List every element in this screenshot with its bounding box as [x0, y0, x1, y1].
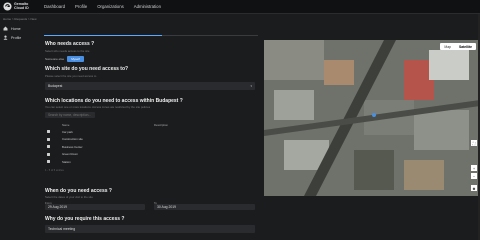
location-name: Station	[62, 159, 71, 164]
table-row[interactable]: Green Room	[45, 151, 255, 159]
chevron-down-icon: ▾	[250, 84, 252, 88]
location-name: Construction site	[62, 137, 83, 142]
main-nav: Dashboard Profile Organizations Administ…	[44, 4, 161, 9]
row-checkbox[interactable]	[47, 160, 50, 164]
someone-else-option[interactable]: Someone else	[45, 57, 64, 61]
sidebar-item-label: Home	[11, 26, 21, 31]
when-hint: Select the dates of your visit to the si…	[45, 195, 93, 199]
row-checkbox[interactable]	[47, 137, 50, 141]
table-pagination-info: 1 - 5 of 5 entries	[45, 169, 64, 172]
nav-organizations[interactable]: Organizations	[97, 4, 124, 9]
map-type-toggle: Map Satellite	[440, 43, 476, 50]
table-row[interactable]: Business Center	[45, 143, 255, 151]
sidebar-item-home[interactable]: Home	[0, 24, 36, 33]
home-icon	[3, 26, 8, 31]
locations-hint: You can select one or more locations. Ac…	[45, 105, 151, 109]
nav-dashboard[interactable]: Dashboard	[44, 4, 65, 9]
location-name: Green Room	[62, 152, 79, 157]
table-row[interactable]: Station	[45, 158, 255, 166]
row-checkbox[interactable]	[47, 145, 50, 149]
user-icon	[3, 35, 8, 40]
who-title: Who needs access ?	[45, 41, 95, 47]
site-select[interactable]: Budapest ▾	[45, 82, 255, 90]
location-map[interactable]: Map Satellite ⛶ + − ☻	[264, 40, 480, 196]
satellite-view-button[interactable]: Satellite	[455, 43, 476, 50]
who-hint: Select who needs access to the site	[45, 49, 90, 53]
brand-logo[interactable]: Gemalto Cloud ID	[0, 0, 38, 14]
column-name: Name	[62, 123, 70, 127]
form-progress-bar	[44, 35, 258, 36]
from-date-input[interactable]: 29 Aug 2019	[45, 204, 145, 210]
row-checkbox[interactable]	[47, 130, 50, 134]
top-navigation-bar: Gemalto Cloud ID Dashboard Profile Organ…	[0, 0, 480, 14]
from-date-value: 29 Aug 2019	[48, 205, 68, 209]
site-hint: Please select the site you need access t…	[45, 74, 97, 78]
location-name: Car park	[62, 129, 73, 134]
to-date-input[interactable]: 30 Aug 2019	[154, 204, 255, 210]
selected-site-marker[interactable]	[372, 113, 376, 117]
location-name: Business Center	[62, 144, 83, 149]
site-title: Which site do you need access to?	[45, 66, 129, 72]
location-search-input[interactable]	[48, 113, 95, 117]
who-toggle: Someone else Myself	[45, 56, 84, 62]
locations-title: Which locations do you need to access wi…	[45, 98, 183, 104]
map-view-button[interactable]: Map	[440, 43, 455, 50]
zoom-out-button[interactable]: −	[471, 173, 477, 179]
reason-value: Technical meeting	[48, 227, 76, 231]
brand-name: Gemalto Cloud ID	[14, 2, 29, 10]
pagination-label: 1 - 5 of 5 entries	[45, 169, 64, 172]
why-title: Why do you require this access ?	[45, 216, 125, 222]
row-checkbox[interactable]	[47, 152, 50, 156]
nav-profile[interactable]: Profile	[75, 4, 87, 9]
myself-button[interactable]: Myself	[67, 56, 84, 62]
sidebar-item-profile[interactable]: Profile	[0, 33, 36, 42]
breadcrumb[interactable]: Home > Requests > New	[3, 17, 37, 21]
column-description: Description	[154, 123, 168, 127]
to-date-value: 30 Aug 2019	[157, 205, 177, 209]
fullscreen-icon[interactable]: ⛶	[471, 140, 477, 146]
when-title: When do you need access ?	[45, 188, 112, 194]
location-search-field[interactable]	[45, 112, 95, 118]
street-view-icon[interactable]: ☻	[471, 185, 477, 191]
gemalto-logo-icon	[3, 2, 12, 11]
table-row[interactable]: Construction site	[45, 136, 255, 144]
locations-table: Name Description Car park Construction s…	[45, 123, 255, 166]
sidebar: Home Profile	[0, 24, 36, 42]
zoom-in-button[interactable]: +	[471, 165, 477, 171]
progress-fill	[44, 35, 162, 36]
header-spacer	[45, 123, 62, 128]
nav-administration[interactable]: Administration	[134, 4, 161, 9]
site-select-value: Budapest	[48, 84, 63, 88]
reason-field[interactable]: Technical meeting	[45, 225, 255, 233]
sidebar-item-label: Profile	[11, 35, 22, 40]
request-form: Who needs access ? Select who needs acce…	[36, 20, 264, 240]
satellite-map-image	[264, 40, 480, 196]
table-row[interactable]: Car park	[45, 128, 255, 136]
